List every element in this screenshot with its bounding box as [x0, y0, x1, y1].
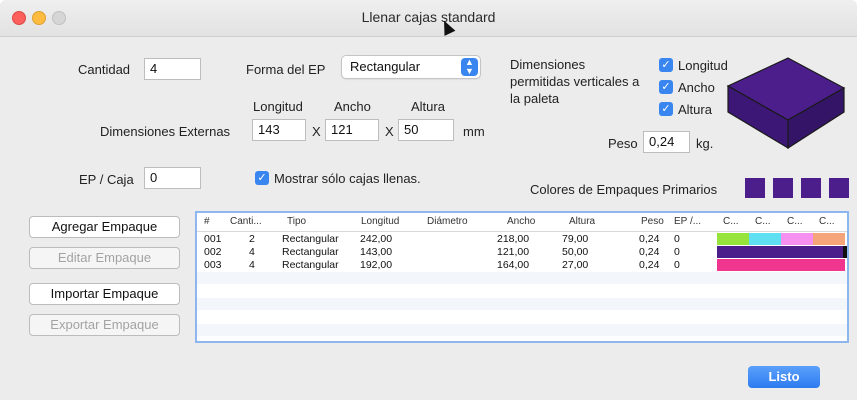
column-header[interactable]: Ancho: [507, 216, 535, 227]
cell-tipo: Rectangular: [282, 259, 339, 271]
column-header[interactable]: EP /...: [674, 216, 701, 227]
cell-peso: 0,24: [639, 233, 660, 245]
cell-altura: 27,00: [562, 259, 589, 271]
color-swatch-2[interactable]: [773, 178, 793, 198]
forma-select[interactable]: Rectangular ▲ ▼: [341, 55, 481, 79]
cell-peso: 0,24: [639, 246, 660, 258]
cell-ep: 0: [674, 259, 680, 271]
chevron-updown-icon: ▲ ▼: [461, 58, 478, 76]
title-bar: Llenar cajas standard: [0, 0, 857, 37]
empty-row: [197, 324, 847, 336]
cell-ep: 0: [674, 246, 680, 258]
empty-row: [197, 298, 847, 310]
longitud-checkbox[interactable]: ✓: [659, 58, 673, 72]
color-cell: [813, 233, 845, 245]
color-swatch-1[interactable]: [745, 178, 765, 198]
altura-header: Altura: [411, 99, 445, 114]
longitud-header: Longitud: [253, 99, 303, 114]
dimensiones-externas-label: Dimensiones Externas: [100, 124, 231, 139]
cell-ancho: 218,00: [497, 233, 530, 245]
column-header[interactable]: Diámetro: [427, 216, 468, 227]
window-title: Llenar cajas standard: [361, 9, 496, 25]
color-cell: [717, 233, 749, 245]
colores-label: Colores de Empaques Primarios: [530, 182, 718, 197]
dimensiones-title-1: Dimensiones: [510, 57, 586, 72]
x-separator: X: [385, 124, 394, 139]
color-cell: [781, 233, 813, 245]
dimensiones-title-2: permitidas verticales a: [510, 74, 640, 89]
ancho-input[interactable]: 121: [325, 119, 379, 141]
cell-cantidad: 2: [249, 233, 255, 245]
ep-caja-label: EP / Caja: [79, 172, 134, 187]
longitud-checkbox-label: Longitud: [678, 58, 728, 73]
column-header[interactable]: #: [204, 216, 210, 227]
cell-number: 001: [204, 233, 222, 245]
cell-peso: 0,24: [639, 259, 660, 271]
cantidad-label: Cantidad: [78, 62, 131, 77]
cell-altura: 50,00: [562, 246, 589, 258]
agregar-empaque-button[interactable]: Agregar Empaque: [29, 216, 180, 238]
cell-number: 002: [204, 246, 222, 258]
forma-label: Forma del EP: [246, 62, 326, 77]
table-row[interactable]: 002 4 Rectangular 143,00 121,00 50,00 0,…: [197, 246, 847, 258]
mostrar-checkbox[interactable]: ✓: [255, 171, 269, 185]
ep-caja-input[interactable]: 0: [144, 167, 201, 189]
cell-cantidad: 4: [249, 259, 255, 271]
longitud-input[interactable]: 143: [252, 119, 306, 141]
color-cell: [717, 259, 845, 271]
empaques-table[interactable]: # Canti... Tipo Longitud Diámetro Ancho …: [195, 211, 849, 343]
column-header[interactable]: C...: [755, 216, 771, 227]
column-header[interactable]: Longitud: [361, 216, 399, 227]
box-preview-icon: [726, 57, 846, 150]
color-swatch-4[interactable]: [829, 178, 849, 198]
peso-label: Peso: [608, 136, 638, 151]
cell-longitud: 242,00: [360, 233, 393, 245]
table-row[interactable]: 003 4 Rectangular 192,00 164,00 27,00 0,…: [197, 259, 847, 271]
cell-ep: 0: [674, 233, 680, 245]
empty-row: [197, 272, 847, 284]
cell-cantidad: 4: [249, 246, 255, 258]
color-cell: [749, 233, 781, 245]
ancho-checkbox-label: Ancho: [678, 80, 715, 95]
column-header[interactable]: Altura: [569, 216, 595, 227]
column-header[interactable]: Tipo: [287, 216, 306, 227]
cell-number: 003: [204, 259, 222, 271]
table-row[interactable]: 001 2 Rectangular 242,00 218,00 79,00 0,…: [197, 233, 847, 245]
listo-button[interactable]: Listo: [748, 366, 820, 388]
peso-input[interactable]: 0,24: [643, 131, 690, 153]
table-header: # Canti... Tipo Longitud Diámetro Ancho …: [197, 213, 847, 232]
column-header[interactable]: Peso: [641, 216, 664, 227]
importar-empaque-button[interactable]: Importar Empaque: [29, 283, 180, 305]
editar-empaque-button[interactable]: Editar Empaque: [29, 247, 180, 269]
altura-input[interactable]: 50: [398, 119, 454, 141]
window: Llenar cajas standard Cantidad 4 Forma d…: [0, 0, 857, 400]
ancho-header: Ancho: [334, 99, 371, 114]
column-header[interactable]: Canti...: [230, 216, 262, 227]
dimensiones-title-3: la paleta: [510, 91, 560, 106]
cell-tipo: Rectangular: [282, 233, 339, 245]
x-separator: X: [312, 124, 321, 139]
altura-checkbox[interactable]: ✓: [659, 102, 673, 116]
cantidad-input[interactable]: 4: [144, 58, 201, 80]
forma-select-value: Rectangular: [350, 59, 421, 74]
peso-unit: kg.: [696, 136, 714, 151]
column-header[interactable]: C...: [787, 216, 803, 227]
color-swatch-3[interactable]: [801, 178, 821, 198]
cell-ancho: 121,00: [497, 246, 530, 258]
color-cell: [843, 246, 847, 258]
cell-longitud: 143,00: [360, 246, 393, 258]
ancho-checkbox[interactable]: ✓: [659, 80, 673, 94]
cell-longitud: 192,00: [360, 259, 393, 271]
mostrar-label: Mostrar sólo cajas llenas.: [274, 171, 421, 186]
cell-altura: 79,00: [562, 233, 589, 245]
cell-tipo: Rectangular: [282, 246, 339, 258]
column-header[interactable]: C...: [819, 216, 835, 227]
exportar-empaque-button[interactable]: Exportar Empaque: [29, 314, 180, 336]
column-header[interactable]: C...: [723, 216, 739, 227]
cell-ancho: 164,00: [497, 259, 530, 271]
unit-mm: mm: [463, 124, 485, 139]
color-cell: [717, 246, 843, 258]
altura-checkbox-label: Altura: [678, 102, 712, 117]
